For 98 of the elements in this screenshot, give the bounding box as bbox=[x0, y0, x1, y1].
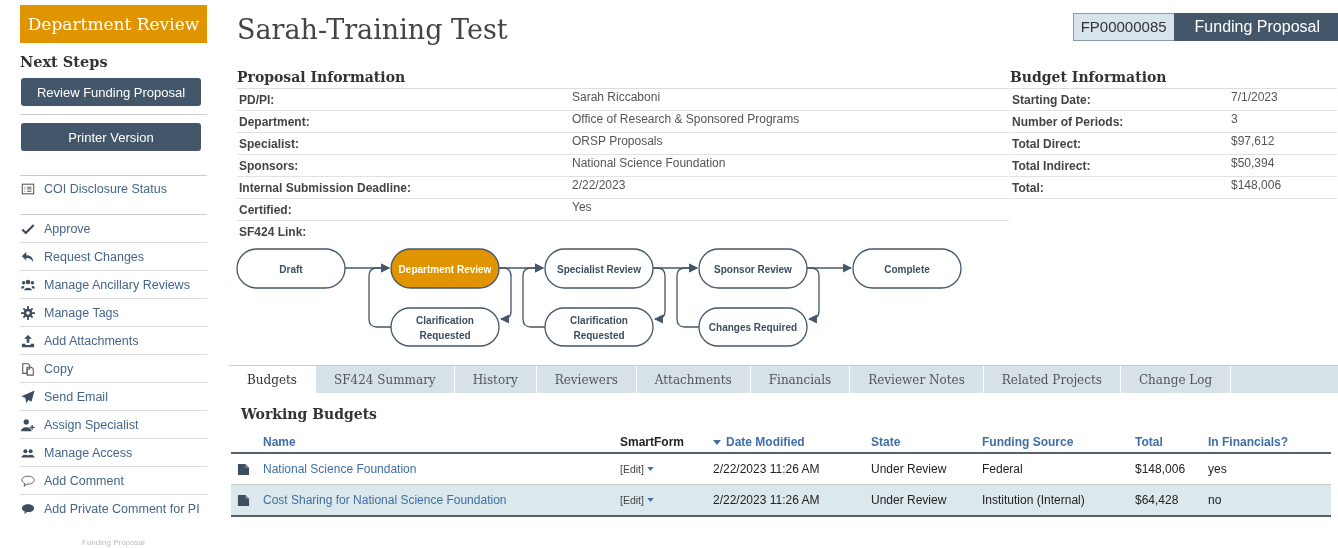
workflow-state: Specialist Review bbox=[544, 248, 654, 289]
column-header-link[interactable]: In Financials? bbox=[1208, 435, 1288, 449]
column-header-link[interactable]: Name bbox=[263, 435, 296, 449]
workflow-state: Changes Required bbox=[698, 307, 808, 347]
speech-bubble-icon bbox=[21, 501, 35, 516]
budget-link[interactable]: Cost Sharing for National Science Foundation bbox=[263, 493, 620, 507]
add-user-icon bbox=[21, 417, 35, 432]
field-label: Total Direct: bbox=[1011, 136, 1082, 153]
sidebar-action[interactable]: Send Email bbox=[20, 383, 207, 411]
field-value: ORSP Proposals bbox=[572, 133, 663, 148]
sidebar-action[interactable]: Copy bbox=[20, 355, 207, 383]
field-value: $97,612 bbox=[1231, 133, 1275, 148]
field-label: Internal Submission Deadline: bbox=[238, 180, 412, 197]
sidebar-action[interactable]: Add Private Comment for PI bbox=[20, 495, 207, 522]
field-value: Sarah Riccaboni bbox=[572, 89, 661, 104]
state-badge: Department Review bbox=[20, 5, 207, 43]
field-value: $148,006 bbox=[1231, 177, 1282, 192]
sidebar-action[interactable]: Approve bbox=[20, 215, 207, 243]
table-cell-text: 2/22/2023 11:26 AM bbox=[713, 462, 821, 476]
column-header-link[interactable]: Total bbox=[1135, 435, 1163, 449]
field-label: Total Indirect: bbox=[1011, 158, 1091, 175]
workflow-state: Sponsor Review bbox=[698, 248, 808, 289]
table-cell-text: Under Review bbox=[871, 462, 948, 476]
field-label: Total: bbox=[1011, 180, 1044, 197]
sidebar-link[interactable]: COI Disclosure Status bbox=[20, 178, 207, 200]
speech-bubble-icon bbox=[21, 473, 35, 488]
field-value: $50,394 bbox=[1231, 155, 1275, 170]
tab[interactable]: Reviewer Notes bbox=[850, 366, 984, 393]
field-value: 3 bbox=[1231, 111, 1238, 126]
workflow-state: Clarification Requested bbox=[544, 307, 654, 347]
column-header-link[interactable]: Funding Source bbox=[982, 435, 1074, 449]
settings-icon bbox=[21, 305, 35, 320]
field-value: 7/1/2023 bbox=[1231, 89, 1278, 104]
table-cell-text: Institution (Internal) bbox=[982, 493, 1086, 507]
table-cell-text: 2/22/2023 11:26 AM bbox=[713, 493, 821, 507]
tab[interactable]: Change Log bbox=[1120, 366, 1232, 393]
field-label: Department: bbox=[238, 114, 310, 131]
document-icon bbox=[237, 493, 250, 507]
field-label: Specialist: bbox=[238, 136, 300, 153]
caret-icon bbox=[646, 467, 654, 471]
edit-dropdown[interactable]: [Edit] bbox=[620, 494, 654, 506]
column-header-link[interactable]: Date Modified bbox=[713, 435, 805, 449]
caret-icon bbox=[646, 498, 654, 502]
table-row[interactable]: Cost Sharing for National Science Foundation [Edit] 2/22/2023 11:26 AM Under Review Institution (Internal) $64,428 no bbox=[231, 485, 1331, 517]
workflow-state: Clarification Requested bbox=[390, 307, 500, 347]
field-value: Office of Research & Sponsored Programs bbox=[572, 111, 800, 126]
field-label: Sponsors: bbox=[238, 158, 299, 175]
budget-link[interactable]: National Science Foundation bbox=[263, 462, 620, 476]
tab[interactable]: History bbox=[454, 366, 537, 393]
field-label: Certified: bbox=[238, 202, 292, 219]
edit-dropdown[interactable]: [Edit] bbox=[620, 463, 654, 475]
tab[interactable]: Financials bbox=[750, 366, 851, 393]
field-label: SF424 Link: bbox=[238, 224, 307, 241]
sort-descending-icon bbox=[713, 439, 721, 445]
paper-plane-icon bbox=[21, 389, 35, 404]
column-header-link[interactable]: State bbox=[871, 435, 901, 449]
field-value: 2/22/2023 bbox=[572, 177, 626, 192]
copy-icon bbox=[21, 361, 35, 376]
table-cell-text: $64,428 bbox=[1135, 493, 1180, 507]
page-title: Sarah-Training Test bbox=[237, 14, 508, 45]
sidebar-action[interactable]: Manage Access bbox=[20, 439, 207, 467]
workflow-state: Complete bbox=[852, 248, 962, 289]
workflow-state: Department Review bbox=[390, 248, 500, 289]
record-type: Funding Proposal bbox=[1173, 13, 1338, 41]
field-label: Starting Date: bbox=[1011, 92, 1091, 109]
table-cell-text: Under Review bbox=[871, 493, 948, 507]
document-icon bbox=[237, 462, 250, 476]
group-icon bbox=[21, 277, 35, 292]
table-cell-text: Federal bbox=[982, 462, 1024, 476]
table-cell-text: no bbox=[1208, 493, 1223, 507]
field-value: National Science Foundation bbox=[572, 155, 726, 170]
sidebar-action[interactable]: Add Attachments bbox=[20, 327, 207, 355]
record-id: FP00000085 bbox=[1072, 13, 1174, 41]
field-label: PD/PI: bbox=[238, 92, 275, 109]
section-heading: Budget Information bbox=[1010, 69, 1337, 89]
tab[interactable]: Budgets bbox=[229, 366, 316, 393]
upload-icon bbox=[21, 333, 35, 348]
table-cell-text: $148,006 bbox=[1135, 462, 1187, 476]
field-value: Yes bbox=[572, 199, 592, 214]
action-button[interactable]: Printer Version bbox=[21, 123, 201, 151]
tab[interactable]: Reviewers bbox=[536, 366, 637, 393]
tab[interactable]: Attachments bbox=[636, 366, 751, 393]
workflow-state: Draft bbox=[236, 248, 346, 289]
sidebar-action[interactable]: Request Changes bbox=[20, 243, 207, 271]
sidebar-action[interactable]: Manage Tags bbox=[20, 299, 207, 327]
tab[interactable]: Related Projects bbox=[983, 366, 1121, 393]
action-button[interactable]: Review Funding Proposal bbox=[21, 78, 201, 106]
section-heading: Proposal Information bbox=[237, 69, 1009, 89]
table-cell-text: yes bbox=[1208, 462, 1228, 476]
section-heading: Next Steps bbox=[20, 53, 109, 70]
tab[interactable]: SF424 Summary bbox=[316, 366, 455, 393]
sidebar-action[interactable]: Manage Ancillary Reviews bbox=[20, 271, 207, 299]
list-icon bbox=[21, 182, 35, 196]
sidebar-action[interactable]: Assign Specialist bbox=[20, 411, 207, 439]
sidebar-action[interactable]: Add Comment bbox=[20, 467, 207, 495]
column-header: SmartForm bbox=[620, 435, 684, 449]
field-label: Number of Periods: bbox=[1011, 114, 1124, 131]
section-heading: Working Budgets bbox=[241, 406, 378, 422]
